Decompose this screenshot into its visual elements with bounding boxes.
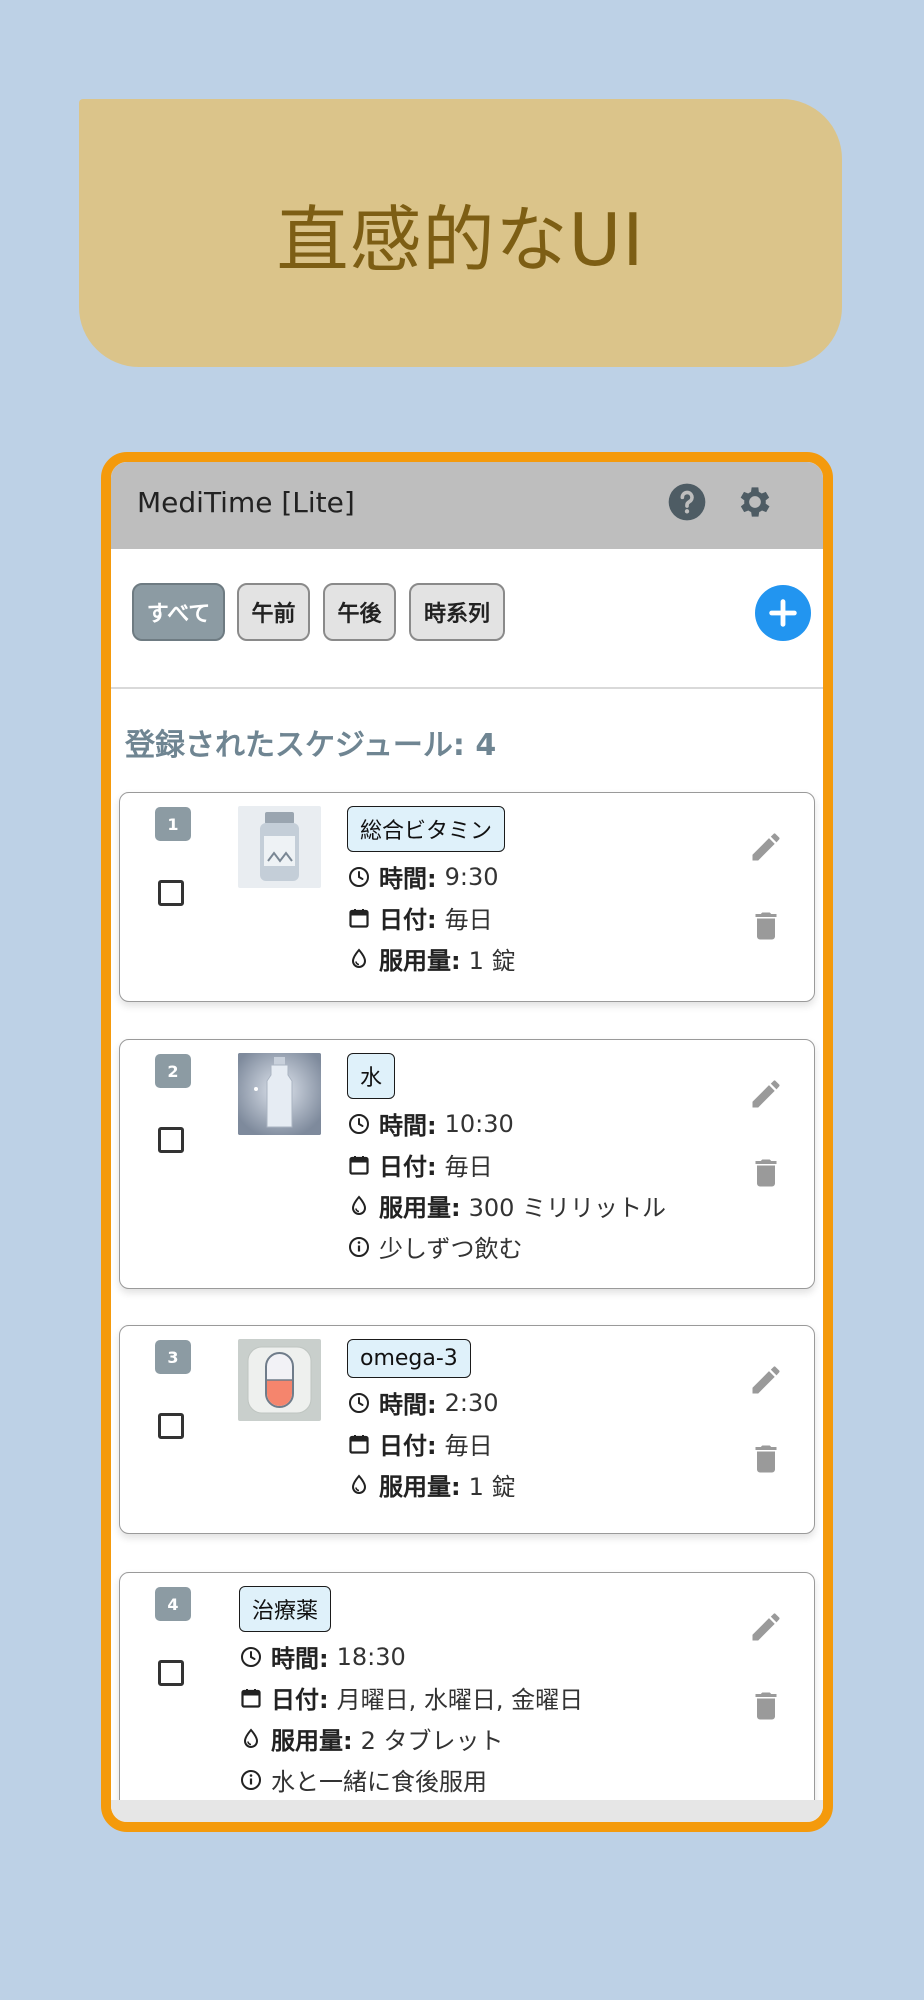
medicine-name-tag: omega-3 — [347, 1339, 471, 1378]
time-label: 時間: — [379, 1112, 437, 1140]
pencil-icon[interactable] — [748, 829, 784, 865]
clock-icon — [241, 1646, 261, 1667]
dose-label: 服用量: — [379, 1473, 461, 1501]
list-bottom-edge — [111, 1800, 823, 1822]
vitamin-bottle-image — [238, 806, 321, 888]
schedule-count: 登録されたスケジュール: 4 — [125, 728, 497, 763]
schedule-card: 4 治療薬 時間: 18:30 日付: 月曜日, 水曜日, 金曜日 服用量: 2 タブ… — [119, 1572, 815, 1822]
filter-am-button[interactable]: 午前 — [237, 583, 310, 641]
schedule-number-badge: 1 — [155, 807, 191, 841]
dose-value: 2 タブレット — [360, 1727, 504, 1755]
filter-chronological-button[interactable]: 時系列 — [409, 583, 505, 641]
filter-all-button[interactable]: すべて — [132, 583, 225, 641]
schedule-number-badge: 4 — [155, 1587, 191, 1621]
clock-icon — [349, 866, 369, 887]
date-value: 月曜日, 水曜日, 金曜日 — [336, 1686, 584, 1714]
schedule-checkbox[interactable] — [158, 1660, 184, 1686]
pencil-icon[interactable] — [748, 1076, 784, 1112]
trash-icon[interactable] — [748, 1155, 784, 1191]
time-value: 10:30 — [444, 1109, 514, 1138]
trash-icon[interactable] — [748, 1688, 784, 1724]
dose-value: 300 ミリリットル — [468, 1194, 667, 1222]
dose-label: 服用量: — [379, 947, 461, 975]
date-value: 毎日 — [444, 1153, 493, 1181]
schedule-checkbox[interactable] — [158, 1127, 184, 1153]
time-value: 2:30 — [444, 1388, 499, 1417]
time-label: 時間: — [271, 1645, 329, 1673]
note-value: 水と一緒に食後服用 — [271, 1768, 487, 1796]
calendar-icon — [241, 1688, 261, 1708]
medicine-name-tag: 治療薬 — [239, 1586, 332, 1632]
date-value: 毎日 — [444, 906, 493, 934]
date-label: 日付: — [379, 906, 437, 934]
time-value: 18:30 — [336, 1642, 406, 1671]
time-label: 時間: — [379, 865, 437, 893]
help-circle-icon[interactable] — [667, 482, 707, 522]
drop-icon — [351, 948, 367, 968]
schedule-card: 3 omega-3 時間: 2:30 日付: 毎日 服用量: 1 錠 — [119, 1325, 815, 1534]
schedule-info: omega-3 時間: 2:30 日付: 毎日 服用量: 1 錠 — [347, 1339, 516, 1505]
promo-banner: 直感的なUI — [79, 99, 842, 367]
filter-pm-button[interactable]: 午後 — [323, 583, 396, 641]
app-title: MediTime [Lite] — [137, 486, 355, 519]
dose-value: 1 錠 — [468, 947, 516, 975]
calendar-icon — [349, 1155, 369, 1175]
schedule-card: 2 水 時間: 10:30 日付: 毎日 服用量: 300 ミリリットル 少しずつ飲む — [119, 1039, 815, 1289]
capsule-image — [238, 1339, 321, 1421]
time-value: 9:30 — [444, 862, 499, 891]
medicine-name-tag: 総合ビタミン — [347, 806, 506, 852]
calendar-icon — [349, 908, 369, 928]
medicine-name-tag: 水 — [347, 1053, 396, 1099]
schedule-checkbox[interactable] — [158, 1413, 184, 1439]
drop-icon — [351, 1195, 367, 1215]
clock-icon — [349, 1113, 369, 1134]
date-value: 毎日 — [444, 1432, 493, 1460]
gear-icon[interactable] — [735, 482, 775, 522]
dose-label: 服用量: — [271, 1727, 353, 1755]
schedule-info: 総合ビタミン 時間: 9:30 日付: 毎日 服用量: 1 錠 — [347, 806, 516, 979]
info-icon — [241, 1769, 261, 1790]
water-bottle-image — [238, 1053, 321, 1135]
schedule-info: 水 時間: 10:30 日付: 毎日 服用量: 300 ミリリットル 少しずつ飲む — [347, 1053, 666, 1267]
app-window: MediTime [Lite] すべて 午前 午後 時系列 登録されたスケジュー… — [101, 452, 833, 1832]
date-label: 日付: — [379, 1432, 437, 1460]
schedule-number-badge: 2 — [155, 1054, 191, 1088]
add-schedule-button[interactable] — [755, 585, 811, 641]
drop-icon — [351, 1474, 367, 1494]
trash-icon[interactable] — [748, 1441, 784, 1477]
trash-icon[interactable] — [748, 908, 784, 944]
time-label: 時間: — [379, 1391, 437, 1419]
schedule-info: 治療薬 時間: 18:30 日付: 月曜日, 水曜日, 金曜日 服用量: 2 タブレッ… — [239, 1586, 583, 1800]
schedule-card: 1 総合ビタミン 時間: 9:30 日付: 毎日 服用量: 1 錠 — [119, 792, 815, 1002]
dose-label: 服用量: — [379, 1194, 461, 1222]
info-icon — [349, 1236, 369, 1257]
plus-icon — [769, 599, 797, 627]
pencil-icon[interactable] — [748, 1362, 784, 1398]
date-label: 日付: — [379, 1153, 437, 1181]
calendar-icon — [349, 1434, 369, 1454]
banner-title: 直感的なUI — [276, 197, 645, 282]
note-value: 少しずつ飲む — [379, 1235, 523, 1263]
clock-icon — [349, 1392, 369, 1413]
dose-value: 1 錠 — [468, 1473, 516, 1501]
schedule-checkbox[interactable] — [158, 880, 184, 906]
app-top-bar: MediTime [Lite] — [111, 462, 823, 549]
pencil-icon[interactable] — [748, 1609, 784, 1645]
filter-bar: すべて 午前 午後 時系列 — [111, 549, 823, 689]
date-label: 日付: — [271, 1686, 329, 1714]
drop-icon — [243, 1728, 259, 1748]
schedule-number-badge: 3 — [155, 1340, 191, 1374]
